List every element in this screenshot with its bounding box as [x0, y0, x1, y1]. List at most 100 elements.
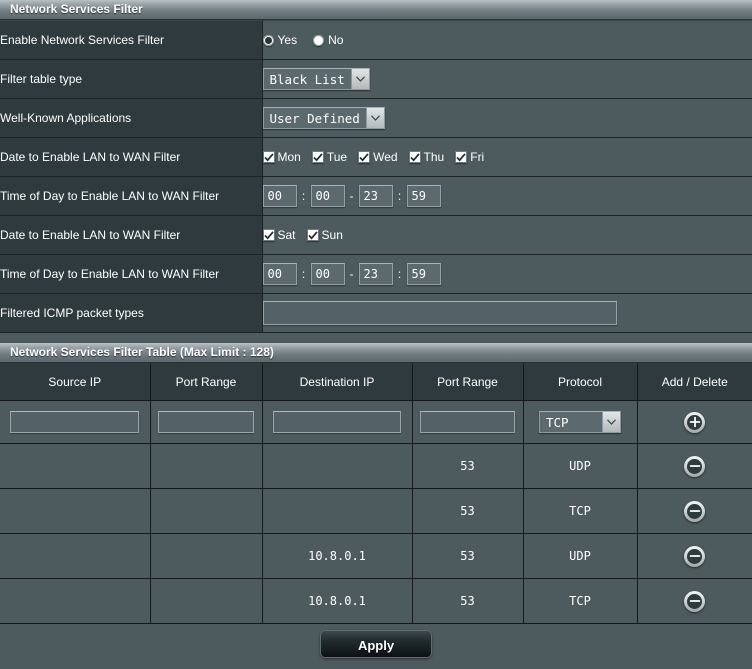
settings-form: Enable Network Services Filter Yes No Fi… — [0, 20, 752, 333]
entry-source-port-cell — [150, 400, 263, 444]
footer-actions: Apply — [0, 624, 752, 664]
radio-yes-label: Yes — [277, 33, 298, 47]
checkbox-sun[interactable]: Sun — [306, 228, 343, 242]
weekend-start-minute-input[interactable] — [310, 263, 345, 285]
row-date-weekdays-value: Mon Tue Wed Thu Fri — [262, 137, 752, 177]
entry-dest-port-cell — [412, 400, 524, 444]
checkbox-fri[interactable]: Fri — [455, 150, 484, 164]
entry-destination-ip-input[interactable] — [272, 411, 402, 433]
column-header-destination-port-range: Port Range — [412, 363, 524, 401]
filter-table-section-title-text: Network Services Filter Table (Max Limit… — [10, 345, 274, 359]
row-action-cell — [637, 533, 752, 579]
chevron-down-icon[interactable] — [365, 108, 384, 128]
enable-filter-radio-group: Yes No — [262, 33, 752, 47]
radio-no-icon[interactable] — [313, 34, 325, 46]
row-filtered-icmp: Filtered ICMP packet types — [0, 293, 752, 333]
checkbox-wed-label: Wed — [373, 150, 398, 164]
minus-circle-icon[interactable] — [684, 590, 706, 612]
checkbox-sat[interactable]: Sat — [262, 228, 296, 242]
row-well-known-apps: Well-Known Applications User Defined — [0, 98, 752, 138]
row-filter-table-type-label: Filter table type — [0, 59, 263, 99]
checkmark-icon[interactable] — [311, 151, 324, 163]
checkmark-icon[interactable] — [306, 229, 319, 241]
time-colon-separator: : — [397, 267, 402, 281]
row-destination-ip — [262, 443, 413, 489]
checkbox-tue[interactable]: Tue — [311, 150, 348, 164]
row-filtered-icmp-label: Filtered ICMP packet types — [0, 293, 263, 333]
section-spacer — [0, 333, 752, 343]
checkmark-icon[interactable] — [408, 151, 421, 163]
row-well-known-apps-label: Well-Known Applications — [0, 98, 263, 138]
entry-source-port-input[interactable] — [158, 411, 254, 433]
chevron-down-icon[interactable] — [350, 69, 369, 89]
row-action-cell — [637, 578, 752, 624]
entry-source-ip-input[interactable] — [10, 411, 140, 433]
row-filter-table-type-value: Black List — [262, 59, 752, 99]
entry-protocol-select[interactable]: TCP — [539, 411, 621, 433]
row-source-port — [150, 533, 263, 579]
checkbox-thu-label: Thu — [423, 150, 445, 164]
table-row: 53 TCP — [0, 488, 752, 534]
enable-filter-radio-no[interactable]: No — [313, 33, 343, 47]
weekday-end-hour-input[interactable] — [358, 185, 393, 207]
checkbox-wed[interactable]: Wed — [358, 150, 398, 164]
time-colon-separator: : — [301, 189, 306, 203]
row-time-weekdays-value: : - : — [262, 176, 752, 216]
filter-table-type-select-value: Black List — [269, 71, 345, 87]
row-date-weekdays: Date to Enable LAN to WAN Filter Mon Tue — [0, 137, 752, 177]
row-source-ip — [0, 533, 151, 579]
checkmark-icon[interactable] — [455, 151, 468, 163]
row-destination-port: 53 — [412, 533, 524, 579]
row-time-weekend-label: Time of Day to Enable LAN to WAN Filter — [0, 254, 263, 294]
row-time-weekend-value: : - : — [262, 254, 752, 294]
weekday-start-minute-input[interactable] — [310, 185, 345, 207]
checkbox-thu[interactable]: Thu — [408, 150, 445, 164]
checkmark-icon[interactable] — [358, 151, 371, 163]
row-protocol: TCP — [523, 488, 638, 534]
column-header-source-ip: Source IP — [0, 363, 151, 401]
weekday-end-minute-input[interactable] — [406, 185, 441, 207]
column-header-protocol: Protocol — [523, 363, 638, 401]
minus-circle-icon[interactable] — [684, 455, 706, 477]
weekday-start-hour-input[interactable] — [262, 185, 297, 207]
weekend-end-minute-input[interactable] — [406, 263, 441, 285]
radio-yes-icon[interactable] — [262, 34, 274, 46]
settings-section-title: Network Services Filter — [0, 0, 752, 20]
table-row: 10.8.0.1 53 UDP — [0, 533, 752, 579]
well-known-apps-select-value: User Defined — [269, 110, 360, 126]
checkbox-mon[interactable]: Mon — [262, 150, 301, 164]
weekend-start-hour-input[interactable] — [262, 263, 297, 285]
checkmark-icon[interactable] — [262, 151, 275, 163]
chevron-down-icon[interactable] — [602, 412, 620, 432]
filtered-icmp-input[interactable] — [262, 301, 617, 325]
checkmark-icon[interactable] — [262, 229, 275, 241]
minus-circle-icon[interactable] — [684, 545, 706, 567]
checkbox-mon-label: Mon — [277, 150, 301, 164]
entry-destination-port-input[interactable] — [420, 411, 515, 433]
enable-filter-radio-yes[interactable]: Yes — [262, 33, 298, 47]
apply-button[interactable]: Apply — [320, 630, 432, 658]
row-filtered-icmp-value — [262, 293, 752, 333]
filter-table-type-select[interactable]: Black List — [262, 68, 370, 90]
entry-dest-ip-cell — [262, 400, 413, 444]
column-header-source-port-range: Port Range — [150, 363, 263, 401]
checkbox-sun-label: Sun — [321, 228, 343, 242]
row-time-weekdays-label: Time of Day to Enable LAN to WAN Filter — [0, 176, 263, 216]
row-protocol: UDP — [523, 443, 638, 489]
filter-table-header-row: Source IP Port Range Destination IP Port… — [0, 363, 752, 401]
row-destination-ip: 10.8.0.1 — [262, 578, 413, 624]
row-action-cell — [637, 443, 752, 489]
weekend-checkbox-group: Sat Sun — [262, 228, 752, 242]
row-date-weekend-label: Date to Enable LAN to WAN Filter — [0, 215, 263, 255]
row-action-cell — [637, 488, 752, 534]
entry-action-cell — [637, 400, 752, 444]
checkbox-tue-label: Tue — [326, 150, 348, 164]
plus-circle-icon[interactable] — [684, 411, 706, 433]
row-protocol: TCP — [523, 578, 638, 624]
minus-circle-icon[interactable] — [684, 500, 706, 522]
weekend-end-hour-input[interactable] — [358, 263, 393, 285]
table-row: 53 UDP — [0, 443, 752, 489]
row-time-weekend: Time of Day to Enable LAN to WAN Filter … — [0, 254, 752, 294]
table-row: 10.8.0.1 53 TCP — [0, 578, 752, 624]
well-known-apps-select[interactable]: User Defined — [262, 107, 385, 129]
